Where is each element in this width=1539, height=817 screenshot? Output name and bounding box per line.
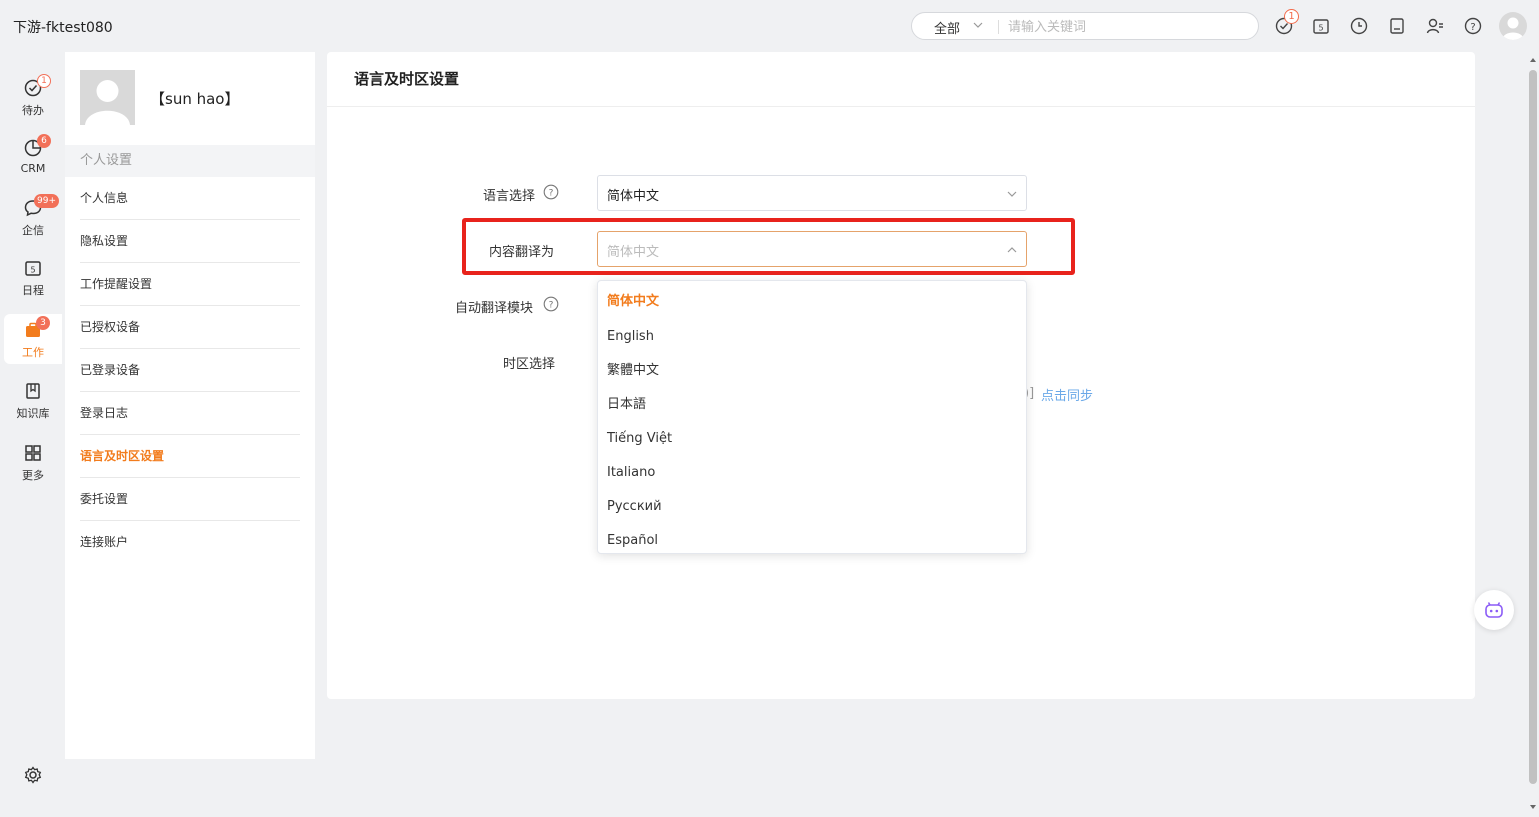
menu-item-delegation[interactable]: 委托设置 xyxy=(80,478,300,521)
dropdown-option[interactable]: English xyxy=(598,320,1026,354)
menu-item-authorized-devices[interactable]: 已授权设备 xyxy=(80,306,300,349)
menu-item-personal-info[interactable]: 个人信息 xyxy=(80,177,300,220)
rail-badge: 3 xyxy=(36,316,50,330)
profile-avatar xyxy=(80,70,135,125)
calendar-icon[interactable]: 5 xyxy=(1311,16,1331,36)
top-bar: 下游-fktest080 全部 1 5 ? xyxy=(0,0,1539,52)
app-title: 下游-fktest080 xyxy=(13,20,113,36)
page-title: 语言及时区设置 xyxy=(354,70,460,88)
gear-icon[interactable] xyxy=(23,765,43,785)
sync-link[interactable]: 点击同步 xyxy=(1041,385,1093,404)
menu-item-connected-accounts[interactable]: 连接账户 xyxy=(80,521,300,564)
dropdown-option[interactable]: 繁體中文 xyxy=(598,354,1026,388)
dropdown-option[interactable]: 日本語 xyxy=(598,388,1026,422)
dropdown-option[interactable]: Español xyxy=(598,524,1026,558)
rail-item-crm[interactable]: 6 CRM xyxy=(4,132,62,182)
dropdown-option[interactable]: 简体中文 xyxy=(598,285,1026,319)
calendar-icon: 5 xyxy=(25,261,41,276)
auto-translate-label: 自动翻译模块 xyxy=(455,301,534,316)
svg-text:?: ? xyxy=(549,189,554,199)
search-divider xyxy=(998,20,999,34)
rail-label: 知识库 xyxy=(16,407,50,420)
menu-item-privacy[interactable]: 隐私设置 xyxy=(80,220,300,263)
rail-label: 工作 xyxy=(22,346,44,359)
title-divider xyxy=(327,106,1475,107)
rail-badge: 99+ xyxy=(34,194,59,208)
language-label: 语言选择 xyxy=(483,189,536,204)
rail-item-schedule[interactable]: 5 日程 xyxy=(4,252,62,302)
language-select[interactable]: 简体中文 xyxy=(597,175,1027,211)
main-content: 语言及时区设置 语言选择 ? 简体中文 内容翻译为 简体中文 自动翻译模块 ? … xyxy=(327,52,1475,699)
notes-icon[interactable] xyxy=(1387,16,1407,36)
rail-badge: 6 xyxy=(37,134,51,148)
translate-dropdown: 简体中文 English 繁體中文 日本語 Tiếng Việt Italian… xyxy=(597,280,1027,554)
dropdown-option[interactable]: Русский xyxy=(598,490,1026,524)
rail-label: 日程 xyxy=(22,284,44,297)
menu-section-header: 个人设置 xyxy=(65,145,315,177)
chevron-up-icon xyxy=(1007,247,1017,253)
svg-text:5: 5 xyxy=(1318,24,1323,33)
language-select-value: 简体中文 xyxy=(607,189,660,204)
contacts-icon[interactable] xyxy=(1425,16,1445,36)
rail-badge: 1 xyxy=(37,74,51,88)
page-scrollbar[interactable] xyxy=(1527,52,1539,817)
user-avatar[interactable] xyxy=(1499,12,1527,40)
rail-item-knowledge[interactable]: 知识库 xyxy=(4,375,62,425)
scroll-down-icon[interactable] xyxy=(1529,803,1537,811)
menu-item-logged-in-devices[interactable]: 已登录设备 xyxy=(80,349,300,392)
chevron-down-icon xyxy=(1007,191,1017,197)
help-circle-icon[interactable]: ? xyxy=(543,296,559,312)
clock-icon[interactable] xyxy=(1349,16,1369,36)
rail-label: 待办 xyxy=(22,104,44,117)
rail-item-chat[interactable]: 99+ 企信 xyxy=(4,192,62,242)
left-nav-rail: 1 待办 6 CRM 99+ 企信 5 日程 3 工作 知识库 更多 xyxy=(0,52,65,817)
translate-select[interactable]: 简体中文 xyxy=(597,231,1027,267)
help-circle-icon[interactable]: ? xyxy=(543,184,559,200)
svg-text:?: ? xyxy=(1470,22,1475,33)
svg-text:?: ? xyxy=(549,301,554,311)
bot-icon xyxy=(1485,602,1503,618)
timezone-label: 时区选择 xyxy=(503,357,556,372)
menu-item-login-log[interactable]: 登录日志 xyxy=(80,392,300,435)
search-input[interactable] xyxy=(1008,17,1248,37)
book-icon xyxy=(26,383,40,399)
settings-menu-panel: 【sun hao】 个人设置 个人信息 隐私设置 工作提醒设置 已授权设备 已登… xyxy=(65,52,315,759)
rail-item-todo[interactable]: 1 待办 xyxy=(4,72,62,122)
profile-username: 【sun hao】 xyxy=(150,90,240,108)
scrollbar-thumb[interactable] xyxy=(1529,70,1537,784)
dropdown-option[interactable]: Italiano xyxy=(598,456,1026,490)
translate-select-placeholder: 简体中文 xyxy=(607,245,660,260)
dropdown-option[interactable]: Tiếng Việt xyxy=(598,422,1026,456)
rail-label: CRM xyxy=(20,162,46,175)
rail-label: 更多 xyxy=(22,469,44,482)
menu-item-language-timezone[interactable]: 语言及时区设置 xyxy=(80,435,300,478)
rail-label: 企信 xyxy=(22,224,44,237)
svg-text:5: 5 xyxy=(30,266,35,275)
search-scope-select[interactable]: 全部 xyxy=(934,18,960,37)
scroll-up-icon[interactable] xyxy=(1529,56,1537,64)
translate-label: 内容翻译为 xyxy=(489,245,555,260)
menu-item-work-reminder[interactable]: 工作提醒设置 xyxy=(80,263,300,306)
assistant-bot-button[interactable] xyxy=(1474,590,1514,630)
chevron-down-icon[interactable] xyxy=(972,19,984,31)
rail-item-more[interactable]: 更多 xyxy=(4,437,62,487)
global-search[interactable]: 全部 xyxy=(911,12,1259,40)
grid-icon xyxy=(25,445,41,461)
rail-item-work[interactable]: 3 工作 xyxy=(4,314,62,364)
help-icon[interactable]: ? xyxy=(1463,16,1483,36)
todo-badge: 1 xyxy=(1284,9,1299,24)
